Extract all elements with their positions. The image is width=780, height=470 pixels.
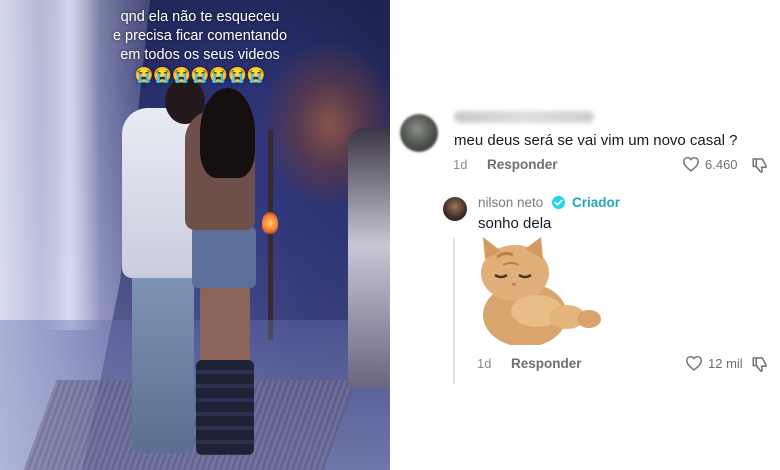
heart-outline-icon <box>685 355 703 371</box>
commenter-username-blurred[interactable] <box>454 111 594 123</box>
reply-text: sonho dela <box>478 215 552 232</box>
commenter-avatar[interactable] <box>400 114 438 152</box>
woman-figure-hair <box>200 88 255 178</box>
creator-label: Criador <box>572 195 621 210</box>
reply-button[interactable]: Responder <box>511 356 582 371</box>
caption-emojis: 😭😭😭😭😭😭😭 <box>134 67 266 84</box>
caption-line: e precisa ficar comentando <box>112 28 288 44</box>
dislike-button[interactable] <box>751 156 769 179</box>
woman-figure-boots <box>196 360 254 455</box>
creator-username[interactable]: nilson neto <box>478 195 543 210</box>
dislike-button[interactable] <box>751 355 769 378</box>
like-count: 6.460 <box>705 156 738 172</box>
reply-button[interactable]: Responder <box>487 157 558 172</box>
video-caption: qnd ela não te esqueceu e precisa ficar … <box>90 8 310 85</box>
torch-flame <box>262 212 278 234</box>
like-count: 12 mil <box>708 355 743 371</box>
caption-line: qnd ela não te esqueceu <box>120 9 280 25</box>
thumbs-down-icon <box>751 158 769 178</box>
thread-line <box>453 238 455 384</box>
verified-badge-icon <box>552 196 565 209</box>
heart-outline-icon <box>682 156 700 172</box>
bystander-figure <box>348 128 390 388</box>
like-button[interactable]: 6.460 <box>682 156 738 172</box>
caption-line: em todos os seus videos <box>120 47 280 63</box>
woman-figure-shorts <box>192 226 256 288</box>
like-button[interactable]: 12 mil <box>685 355 743 371</box>
torch-pole <box>268 130 273 340</box>
comments-panel <box>390 0 780 470</box>
video-frame[interactable]: qnd ela não te esqueceu e precisa ficar … <box>0 0 390 470</box>
thumbs-down-icon <box>751 357 769 377</box>
man-figure-legs <box>132 268 194 453</box>
comment-text: meu deus será se vai vim um novo casal ? <box>454 132 738 149</box>
reply-age: 1d <box>477 356 492 371</box>
comment-age: 1d <box>453 157 468 172</box>
cat-sticker-image <box>475 237 603 347</box>
creator-avatar[interactable] <box>443 197 467 221</box>
